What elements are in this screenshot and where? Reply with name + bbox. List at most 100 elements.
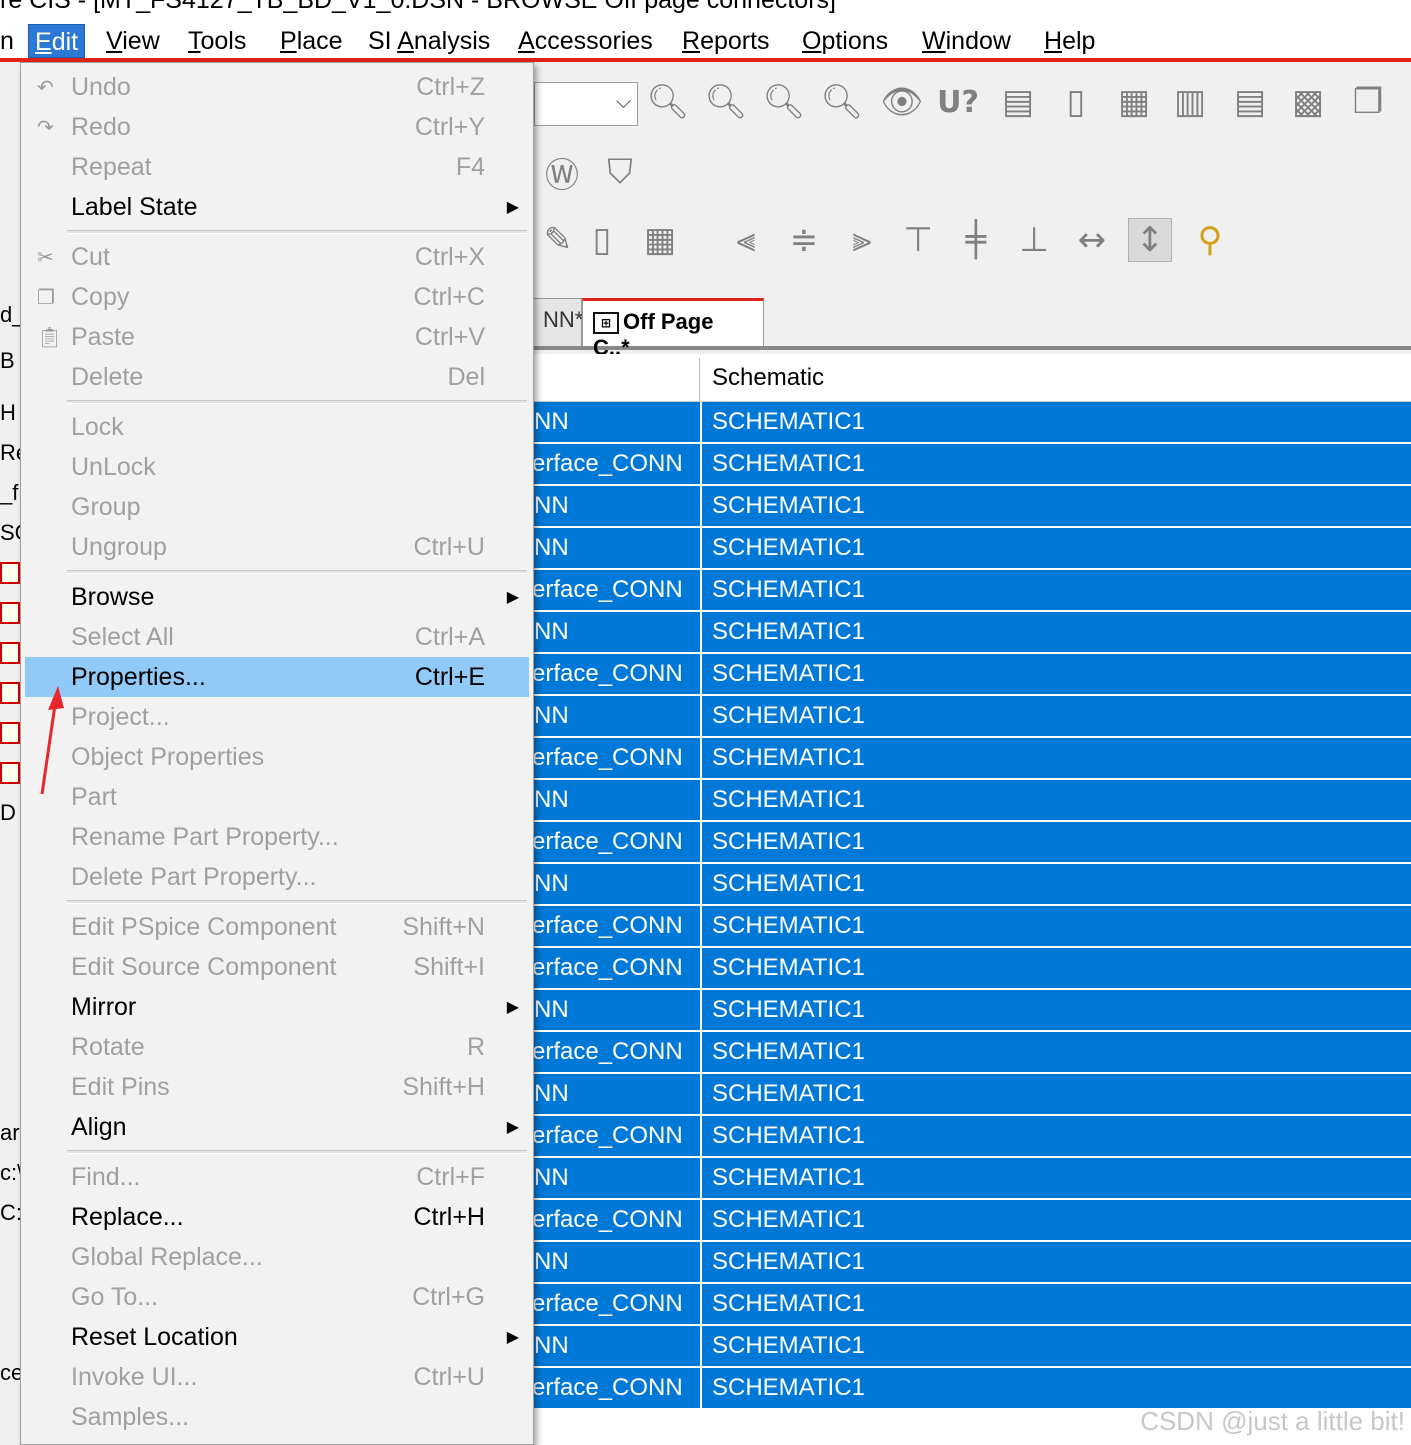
cell-schematic[interactable]: SCHEMATIC1: [702, 1074, 1411, 1114]
table-icon[interactable]: ▦: [638, 218, 682, 262]
u-icon[interactable]: U?: [936, 80, 980, 124]
hierarchy-icon[interactable]: ⛉: [598, 150, 642, 194]
cell-schematic[interactable]: SCHEMATIC1: [702, 780, 1411, 820]
schematic-page-icon[interactable]: [0, 762, 20, 784]
menu-item-redo[interactable]: ↷ Redo Ctrl+Y: [25, 107, 529, 147]
menu-item-delete-part-property[interactable]: Delete Part Property...: [25, 857, 529, 897]
schematic-page-icon[interactable]: [0, 682, 20, 704]
menu-item-paste[interactable]: 📋︎ Paste Ctrl+V: [25, 317, 529, 357]
menu-item-align[interactable]: Align ▶: [25, 1107, 529, 1147]
align-bottom-icon[interactable]: ⊥: [1012, 218, 1056, 262]
menu-item-edit-source-component[interactable]: Edit Source Component Shift+I: [25, 947, 529, 987]
distribute-horizontal-icon[interactable]: ↔: [1070, 218, 1114, 262]
menu-item-replace[interactable]: Replace... Ctrl+H: [25, 1197, 529, 1237]
menu-window[interactable]: Window: [916, 24, 1017, 58]
cell-schematic[interactable]: SCHEMATIC1: [702, 1200, 1411, 1240]
menu-item-rotate[interactable]: Rotate R: [25, 1027, 529, 1067]
menu-tools[interactable]: Tools: [182, 24, 252, 58]
tab-conn[interactable]: NN*: [532, 298, 583, 346]
cell-schematic[interactable]: SCHEMATIC1: [702, 486, 1411, 526]
align-middle-icon[interactable]: ╪: [954, 218, 998, 262]
zoom-area-icon[interactable]: 🔍︎: [762, 80, 806, 124]
menu-item-edit-pins[interactable]: Edit Pins Shift+H: [25, 1067, 529, 1107]
menu-item-lock[interactable]: Lock: [25, 407, 529, 447]
menu-item-delete[interactable]: Delete Del: [25, 357, 529, 397]
menu-item-object-properties[interactable]: Object Properties: [25, 737, 529, 777]
menu-file-fragment[interactable]: n: [0, 24, 20, 58]
menu-accessories[interactable]: Accessories: [512, 24, 659, 58]
toolbar-combo[interactable]: ⌵: [534, 82, 638, 126]
cell-schematic[interactable]: SCHEMATIC1: [702, 528, 1411, 568]
menu-reports[interactable]: Reports: [676, 24, 776, 58]
cell-schematic[interactable]: SCHEMATIC1: [702, 906, 1411, 946]
menu-help[interactable]: Help: [1038, 24, 1101, 58]
cell-schematic[interactable]: SCHEMATIC1: [702, 1242, 1411, 1282]
bom-icon[interactable]: ▥: [1168, 80, 1212, 124]
menu-item-ungroup[interactable]: Ungroup Ctrl+U: [25, 527, 529, 567]
menu-item-select-all[interactable]: Select All Ctrl+A: [25, 617, 529, 657]
column-header-schematic[interactable]: Schematic: [712, 364, 824, 392]
cell-schematic[interactable]: SCHEMATIC1: [702, 1116, 1411, 1156]
eye-icon[interactable]: 👁︎: [880, 80, 924, 124]
grid-icon[interactable]: ▩: [1286, 80, 1330, 124]
schematic-page-icon[interactable]: [0, 562, 20, 584]
menu-view[interactable]: View: [100, 24, 166, 58]
cell-schematic[interactable]: SCHEMATIC1: [702, 612, 1411, 652]
schematic-page-icon[interactable]: [0, 642, 20, 664]
zoom-out-icon[interactable]: 🔍︎: [704, 80, 748, 124]
align-top-icon[interactable]: ⊤: [896, 218, 940, 262]
schematic-page-icon[interactable]: [0, 722, 20, 744]
menu-item-global-replace[interactable]: Global Replace...: [25, 1237, 529, 1277]
cell-schematic[interactable]: SCHEMATIC1: [702, 738, 1411, 778]
menu-item-properties[interactable]: Properties... Ctrl+E: [25, 657, 529, 697]
align-left-icon[interactable]: ⫷: [724, 218, 768, 262]
document-icon[interactable]: ▯: [580, 218, 624, 262]
cell-schematic[interactable]: SCHEMATIC1: [702, 1032, 1411, 1072]
cell-schematic[interactable]: SCHEMATIC1: [702, 1368, 1411, 1408]
menu-place[interactable]: Place: [274, 24, 349, 58]
menu-si-analysis[interactable]: SI Analysis: [362, 24, 496, 58]
menu-item-rename-part-property[interactable]: Rename Part Property...: [25, 817, 529, 857]
menu-item-go-to[interactable]: Go To... Ctrl+G: [25, 1277, 529, 1317]
cell-schematic[interactable]: SCHEMATIC1: [702, 1158, 1411, 1198]
schematic-page-icon[interactable]: [0, 602, 20, 624]
menu-item-invoke-ui[interactable]: Invoke UI... Ctrl+U: [25, 1357, 529, 1397]
menu-item-find[interactable]: Find... Ctrl+F: [25, 1157, 529, 1197]
cell-schematic[interactable]: SCHEMATIC1: [702, 1326, 1411, 1366]
edit-icon[interactable]: ✎: [536, 218, 580, 262]
cell-schematic[interactable]: SCHEMATIC1: [702, 570, 1411, 610]
menu-item-browse[interactable]: Browse ▶: [25, 577, 529, 617]
tab-off-page-connectors[interactable]: ⊞ Off Page C..*: [582, 298, 764, 360]
cell-schematic[interactable]: SCHEMATIC1: [702, 822, 1411, 862]
menu-item-copy[interactable]: ❐ Copy Ctrl+C: [25, 277, 529, 317]
cell-schematic[interactable]: SCHEMATIC1: [702, 864, 1411, 904]
align-center-icon[interactable]: ≑: [782, 218, 826, 262]
cell-schematic[interactable]: SCHEMATIC1: [702, 1284, 1411, 1324]
cell-schematic[interactable]: SCHEMATIC1: [702, 696, 1411, 736]
copy-page-icon[interactable]: ❐: [1346, 80, 1390, 124]
netlist-icon[interactable]: ▦: [1112, 80, 1156, 124]
cell-schematic[interactable]: SCHEMATIC1: [702, 990, 1411, 1030]
menu-edit[interactable]: Edit: [28, 24, 86, 58]
menu-options[interactable]: Options: [796, 24, 894, 58]
menu-item-repeat[interactable]: Repeat F4: [25, 147, 529, 187]
cell-schematic[interactable]: SCHEMATIC1: [702, 444, 1411, 484]
distribute-vertical-icon[interactable]: ↕: [1128, 218, 1172, 262]
align-right-icon[interactable]: ⫸: [840, 218, 884, 262]
column-separator[interactable]: [699, 358, 700, 402]
menu-item-mirror[interactable]: Mirror ▶: [25, 987, 529, 1027]
menu-item-part[interactable]: Part: [25, 777, 529, 817]
zoom-in-icon[interactable]: 🔍︎: [646, 80, 690, 124]
tag-icon[interactable]: ⚲: [1188, 218, 1232, 262]
menu-item-group[interactable]: Group: [25, 487, 529, 527]
cell-schematic[interactable]: SCHEMATIC1: [702, 948, 1411, 988]
menu-item-project[interactable]: Project...: [25, 697, 529, 737]
menu-item-samples[interactable]: Samples...: [25, 1397, 529, 1437]
page-icon[interactable]: ▯: [1054, 80, 1098, 124]
export-icon[interactable]: ▤: [996, 80, 1040, 124]
zoom-all-icon[interactable]: 🔍︎: [820, 80, 864, 124]
menu-item-undo[interactable]: ↶ Undo Ctrl+Z: [25, 67, 529, 107]
menu-item-cut[interactable]: ✂ Cut Ctrl+X: [25, 237, 529, 277]
menu-item-edit-pspice-component[interactable]: Edit PSpice Component Shift+N: [25, 907, 529, 947]
cell-schematic[interactable]: SCHEMATIC1: [702, 402, 1411, 442]
